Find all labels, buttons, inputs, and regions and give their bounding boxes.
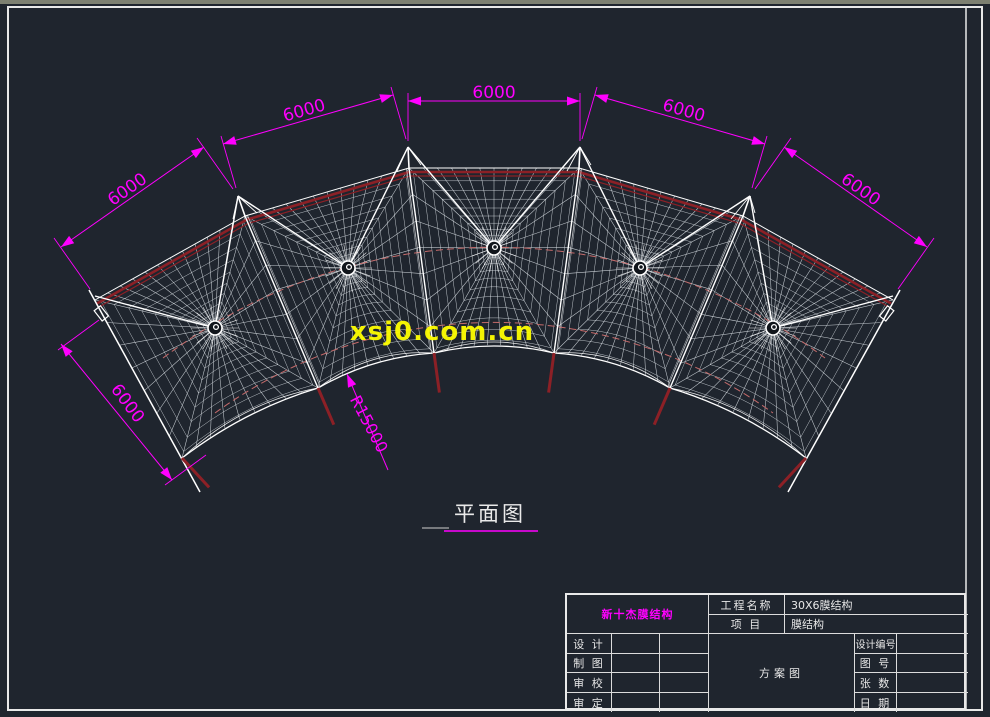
role-value-approve — [612, 693, 660, 712]
role-value-check — [612, 673, 660, 693]
design-no-value — [897, 634, 968, 654]
project-name-value: 30X6膜结构 — [785, 595, 968, 615]
role-label-approve: 审 定 — [567, 693, 612, 712]
role-extra-draft — [660, 654, 709, 673]
dimension-text: 6000 — [281, 95, 328, 126]
company-name: 新十杰膜结构 — [567, 595, 709, 634]
project-name-label: 工程名称 — [709, 595, 785, 615]
dimension-layer: 600060006000600060006000R15000 — [54, 83, 934, 485]
role-label-draft: 制 图 — [567, 654, 612, 673]
item-value: 膜结构 — [785, 615, 968, 634]
role-extra-design — [660, 634, 709, 654]
radius-label: R15000 — [346, 392, 392, 456]
item-label: 项 目 — [709, 615, 785, 634]
role-value-draft — [612, 654, 660, 673]
role-value-design — [612, 634, 660, 654]
role-label-check: 审 校 — [567, 673, 612, 693]
figure-no-label: 图 号 — [855, 654, 897, 673]
membrane-mesh-layer — [95, 168, 893, 458]
title-block: 新十杰膜结构 工程名称 30X6膜结构 项 目 膜结构 设 计 制 图 审 校 … — [565, 593, 966, 710]
cad-viewport: 600060006000600060006000R15000xsj0.com.c… — [0, 0, 990, 717]
sheet-count-value — [897, 673, 968, 693]
role-label-design: 设 计 — [567, 634, 612, 654]
design-no-label: 设计编号 — [855, 634, 897, 654]
plan-title: 平面图 — [454, 502, 526, 526]
drawing-type: 方案图 — [709, 634, 855, 712]
dimension-text: 6000 — [660, 95, 707, 126]
sheet-count-label: 张 数 — [855, 673, 897, 693]
figure-no-value — [897, 654, 968, 673]
date-value — [897, 693, 968, 712]
dimension-text: 6000 — [837, 169, 884, 210]
role-extra-check — [660, 673, 709, 693]
dimension-text: 6000 — [472, 83, 515, 103]
watermark: xsj0.com.cn — [350, 317, 534, 347]
dimension-text: 6000 — [104, 169, 151, 210]
role-extra-approve — [660, 693, 709, 712]
date-label: 日 期 — [855, 693, 897, 712]
